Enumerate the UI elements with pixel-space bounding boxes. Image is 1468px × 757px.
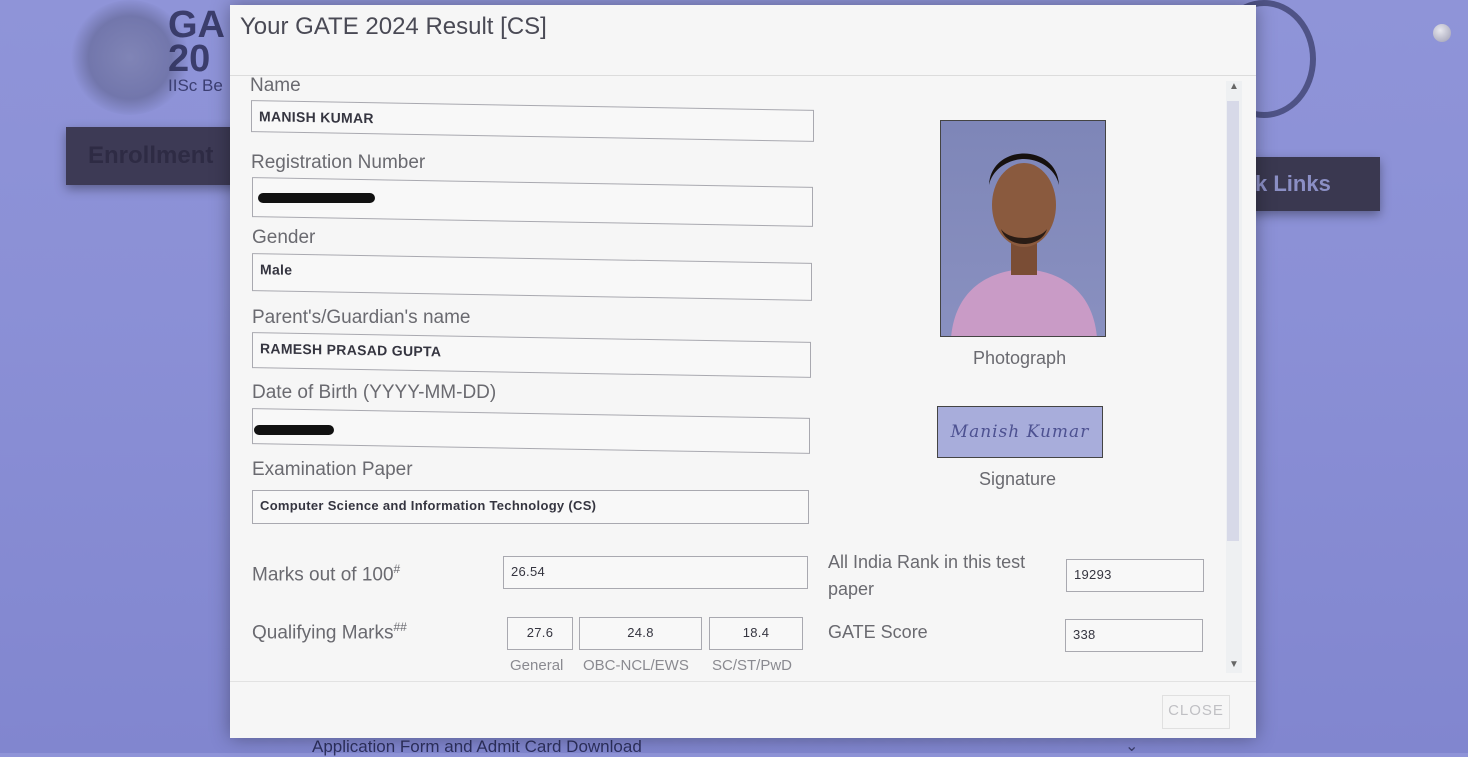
chevron-down-icon[interactable]: ⌄ — [1125, 736, 1138, 756]
qualifying-label: Qualifying Marks## — [252, 620, 407, 644]
application-form-link[interactable]: Application Form and Admit Card Download — [312, 737, 642, 757]
name-label: Name — [250, 75, 301, 96]
result-modal: Your GATE 2024 Result [CS] Name MANISH K… — [230, 5, 1256, 738]
redaction-mark — [254, 425, 334, 435]
gate-logo-text: GA 20 — [168, 4, 225, 80]
obc-caption: OBC-NCL/EWS — [583, 657, 689, 674]
dob-field — [252, 408, 810, 454]
name-field: MANISH KUMAR — [251, 100, 814, 142]
qualifying-footnote-mark: ## — [393, 620, 407, 634]
rank-label-line1: All India Rank in this test — [828, 552, 1026, 572]
marks-label-text: Marks out of 100 — [252, 564, 394, 586]
qualifying-label-text: Qualifying Marks — [252, 622, 394, 644]
qualifying-sc-field: 18.4 — [709, 617, 803, 650]
rank-label: All India Rank in this test paper — [828, 549, 1025, 603]
scrollbar-thumb[interactable] — [1227, 101, 1239, 541]
modal-header-divider — [230, 75, 1256, 76]
quick-links-button[interactable]: k Links — [1240, 157, 1380, 211]
qualifying-obc-field: 24.8 — [579, 617, 702, 650]
redaction-mark — [258, 193, 375, 203]
signature-image: Manish Kumar — [937, 406, 1103, 458]
close-button[interactable]: CLOSE — [1162, 695, 1230, 729]
qualifying-general-field: 27.6 — [507, 617, 573, 650]
scroll-up-icon[interactable]: ▲ — [1229, 81, 1239, 92]
sc-caption: SC/ST/PwD — [712, 657, 793, 674]
paper-field: Computer Science and Information Technol… — [252, 490, 809, 524]
gate-score-label: GATE Score — [828, 622, 928, 642]
marks-footnote-mark: # — [393, 562, 401, 576]
rank-label-line2: paper — [828, 579, 875, 599]
modal-title: Your GATE 2024 Result [CS] — [240, 13, 547, 40]
dob-label: Date of Birth (YYYY-MM-DD) — [252, 382, 497, 403]
scroll-down-icon[interactable]: ▼ — [1229, 659, 1239, 670]
guardian-field: RAMESH PRASAD GUPTA — [252, 332, 811, 378]
gender-field: Male — [252, 253, 812, 301]
paper-label: Examination Paper — [252, 459, 413, 480]
photograph-caption: Photograph — [973, 348, 1067, 368]
gender-label: Gender — [252, 227, 316, 248]
status-dot-icon — [1433, 24, 1451, 42]
guardian-label: Parent's/Guardian's name — [252, 307, 471, 328]
gate-score-field: 338 — [1065, 619, 1203, 652]
modal-scrollbar[interactable]: ▲ ▼ — [1226, 81, 1242, 673]
registration-label: Registration Number — [251, 152, 426, 173]
rank-field: 19293 — [1066, 559, 1204, 592]
modal-footer-divider — [230, 681, 1256, 682]
enrollment-button[interactable]: Enrollment — [66, 127, 241, 185]
marks-label: Marks out of 100# — [252, 562, 400, 586]
gate-logo-subtext: IISc Be — [168, 76, 223, 95]
person-photo-icon — [951, 153, 1097, 336]
signature-caption: Signature — [979, 469, 1057, 489]
marks-field: 26.54 — [503, 556, 808, 589]
general-caption: General — [510, 657, 564, 674]
candidate-photo — [940, 120, 1106, 337]
